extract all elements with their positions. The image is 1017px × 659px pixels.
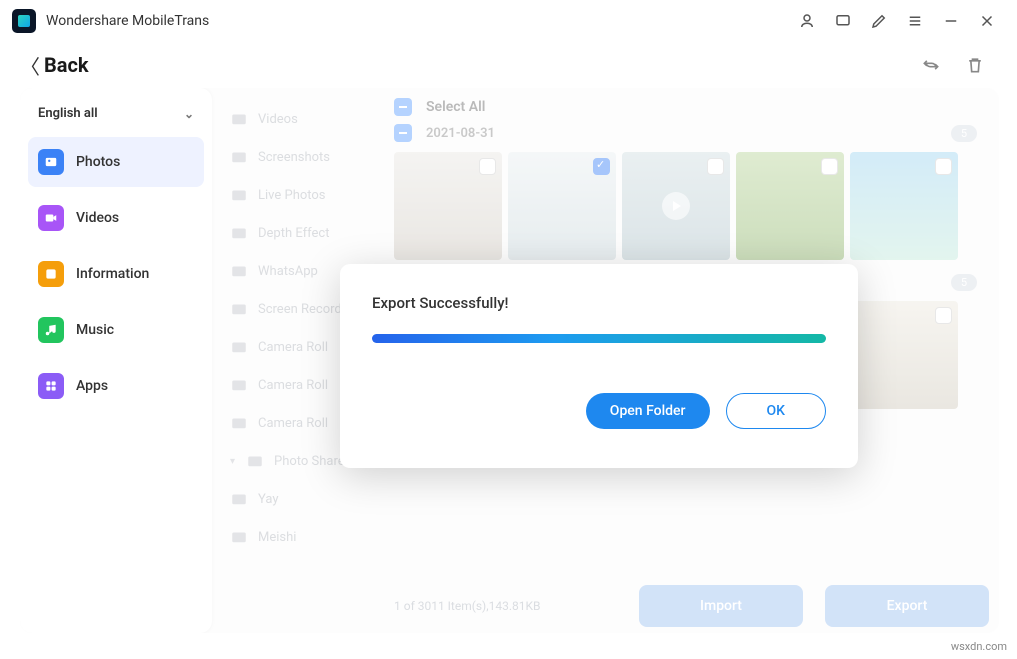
folder-item[interactable]: Depth Effect	[224, 214, 388, 252]
folder-icon	[246, 452, 264, 470]
chevron-down-icon: ▾	[230, 456, 240, 467]
nav-item-photos[interactable]: Photos	[28, 137, 204, 187]
app-title: Wondershare MobileTrans	[46, 13, 209, 29]
apps-icon	[38, 373, 64, 399]
music-icon	[38, 317, 64, 343]
photo-thumbnail[interactable]	[736, 152, 844, 260]
back-chevron-icon[interactable]: 〈	[20, 51, 40, 80]
date-group-checkbox[interactable]	[394, 124, 412, 142]
open-folder-button[interactable]: Open Folder	[586, 393, 710, 429]
account-icon[interactable]	[798, 12, 816, 30]
menu-icon[interactable]	[906, 12, 924, 30]
export-button[interactable]: Export	[825, 585, 989, 627]
folder-item[interactable]: Live Photos	[224, 176, 388, 214]
thumbnail-checkbox[interactable]	[935, 307, 952, 324]
status-bar: 1 of 3011 Item(s),143.81KB Import Export	[394, 585, 989, 627]
folder-item[interactable]: Videos	[224, 100, 388, 138]
photo-thumbnail[interactable]	[394, 152, 502, 260]
status-text: 1 of 3011 Item(s),143.81KB	[394, 599, 540, 613]
nav-label: Photos	[76, 154, 120, 170]
folder-label: Meishi	[258, 530, 296, 545]
thumbnail-checkbox[interactable]	[707, 158, 724, 175]
folder-label: Camera Roll	[258, 416, 328, 431]
nav-item-videos[interactable]: Videos	[28, 193, 204, 243]
folder-icon	[230, 148, 248, 166]
thumbnail-checkbox[interactable]	[479, 158, 496, 175]
language-label: English all	[38, 106, 98, 121]
titlebar: Wondershare MobileTrans	[0, 0, 1017, 42]
modal-title: Export Successfully!	[372, 294, 826, 312]
folder-label: Yay	[258, 492, 278, 507]
photo-thumbnail[interactable]	[508, 152, 616, 260]
photo-thumbnail[interactable]	[622, 152, 730, 260]
info-icon	[38, 261, 64, 287]
app-logo	[12, 9, 36, 33]
folder-label: Depth Effect	[258, 226, 329, 241]
nav-item-information[interactable]: Information	[28, 249, 204, 299]
play-icon	[662, 192, 690, 220]
folder-icon	[230, 338, 248, 356]
folder-icon	[230, 300, 248, 318]
back-bar: 〈 Back	[0, 42, 1017, 88]
nav-label: Music	[76, 322, 114, 338]
folder-label: Videos	[258, 112, 298, 127]
select-all-checkbox[interactable]	[394, 98, 412, 116]
photo-thumbnail[interactable]	[850, 152, 958, 260]
delete-icon[interactable]	[965, 55, 985, 75]
export-success-modal: Export Successfully! Open Folder OK	[340, 264, 858, 468]
back-button[interactable]: Back	[44, 53, 89, 77]
nav-label: Apps	[76, 378, 108, 394]
folder-label: Camera Roll	[258, 378, 328, 393]
nav-item-music[interactable]: Music	[28, 305, 204, 355]
language-selector[interactable]: English all ⌄	[28, 98, 204, 137]
date-group-label: 2021-08-31	[426, 126, 495, 141]
folder-icon	[230, 414, 248, 432]
thumbnail-checkbox[interactable]	[935, 158, 952, 175]
folder-icon	[230, 262, 248, 280]
nav-label: Videos	[76, 210, 119, 226]
photo-thumbnail[interactable]	[850, 301, 958, 409]
date-group-count: 5	[951, 125, 977, 142]
edit-icon[interactable]	[870, 12, 888, 30]
nav-item-apps[interactable]: Apps	[28, 361, 204, 411]
photos-icon	[38, 149, 64, 175]
folder-item[interactable]: Yay	[224, 480, 388, 518]
folder-label: WhatsApp	[258, 264, 318, 279]
folder-label: Camera Roll	[258, 340, 328, 355]
watermark: wsxdn.com	[951, 640, 1007, 653]
refresh-icon[interactable]	[921, 55, 941, 75]
folder-item[interactable]: Meishi	[224, 518, 388, 556]
folder-icon	[230, 186, 248, 204]
folder-label: Screen Recorder	[258, 302, 353, 317]
folder-icon	[230, 490, 248, 508]
folder-label: Screenshots	[258, 150, 330, 165]
close-icon[interactable]	[978, 12, 996, 30]
videos-icon	[38, 205, 64, 231]
folder-icon	[230, 376, 248, 394]
folder-icon	[230, 528, 248, 546]
nav-label: Information	[76, 266, 149, 282]
date-group-count: 5	[951, 274, 977, 291]
ok-button[interactable]: OK	[726, 393, 827, 429]
feedback-icon[interactable]	[834, 12, 852, 30]
thumbnail-checkbox[interactable]	[821, 158, 838, 175]
sidebar-nav: English all ⌄ Photos Videos Information Mus…	[20, 88, 212, 633]
thumbnail-checkbox[interactable]	[593, 158, 610, 175]
chevron-down-icon: ⌄	[184, 107, 194, 121]
select-all-label: Select All	[426, 99, 485, 115]
folder-icon	[230, 110, 248, 128]
folder-item[interactable]: Screenshots	[224, 138, 388, 176]
progress-bar	[372, 334, 826, 343]
minimize-icon[interactable]	[942, 12, 960, 30]
folder-label: Live Photos	[258, 188, 326, 203]
folder-icon	[230, 224, 248, 242]
import-button[interactable]: Import	[639, 585, 803, 627]
